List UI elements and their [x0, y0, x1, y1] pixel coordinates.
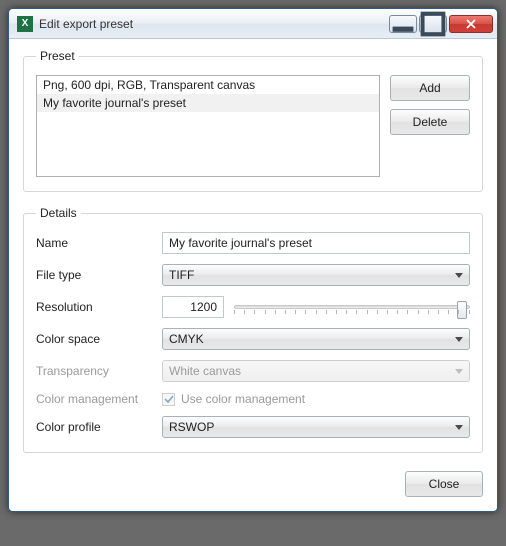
preset-listbox[interactable]: Png, 600 dpi, RGB, Transparent canvasMy … [36, 75, 380, 177]
app-icon: X [17, 16, 33, 32]
preset-group: Preset Png, 600 dpi, RGB, Transparent ca… [23, 49, 483, 192]
dialog-window: X Edit export preset Preset Png, 600 dpi… [8, 8, 498, 512]
preset-list-item[interactable]: Png, 600 dpi, RGB, Transparent canvas [37, 76, 379, 94]
colormgmt-label: Color management [36, 392, 162, 406]
checkmark-icon [164, 394, 174, 404]
window-title: Edit export preset [39, 17, 389, 31]
chevron-down-icon [455, 273, 463, 278]
chevron-down-icon [455, 337, 463, 342]
close-button[interactable]: Close [405, 471, 483, 497]
minimize-button[interactable] [389, 15, 417, 33]
colorspace-label: Color space [36, 332, 162, 346]
add-button[interactable]: Add [390, 75, 470, 101]
name-label: Name [36, 236, 162, 250]
slider-ticks [234, 310, 470, 314]
details-legend: Details [36, 206, 81, 220]
colorprofile-value: RSWOP [169, 420, 455, 434]
preset-legend: Preset [36, 49, 79, 63]
details-group: Details Name File type TIFF Resolution [23, 206, 483, 453]
resolution-input[interactable] [162, 296, 224, 318]
transparency-value: White canvas [169, 364, 455, 378]
chevron-down-icon [455, 425, 463, 430]
minimize-icon [390, 11, 416, 37]
close-window-button[interactable] [449, 15, 493, 33]
colorprofile-select[interactable]: RSWOP [162, 416, 470, 438]
filetype-select[interactable]: TIFF [162, 264, 470, 286]
delete-button[interactable]: Delete [390, 109, 470, 135]
footer: Close [23, 467, 483, 497]
resolution-slider[interactable] [234, 296, 470, 318]
filetype-label: File type [36, 268, 162, 282]
transparency-label: Transparency [36, 364, 162, 378]
colorspace-value: CMYK [169, 332, 455, 346]
filetype-value: TIFF [169, 268, 455, 282]
chevron-down-icon [455, 369, 463, 374]
resolution-label: Resolution [36, 300, 162, 314]
client-area: Preset Png, 600 dpi, RGB, Transparent ca… [9, 39, 497, 511]
colorprofile-label: Color profile [36, 420, 162, 434]
colormgmt-checkbox-label: Use color management [181, 392, 305, 406]
maximize-icon [420, 11, 446, 37]
window-controls [389, 15, 493, 33]
colormgmt-checkbox [162, 393, 175, 406]
close-icon [466, 19, 476, 29]
name-input[interactable] [162, 232, 470, 254]
colorspace-select[interactable]: CMYK [162, 328, 470, 350]
preset-list-item[interactable]: My favorite journal's preset [37, 94, 379, 112]
transparency-select: White canvas [162, 360, 470, 382]
maximize-button[interactable] [419, 15, 447, 33]
titlebar[interactable]: X Edit export preset [9, 9, 497, 39]
